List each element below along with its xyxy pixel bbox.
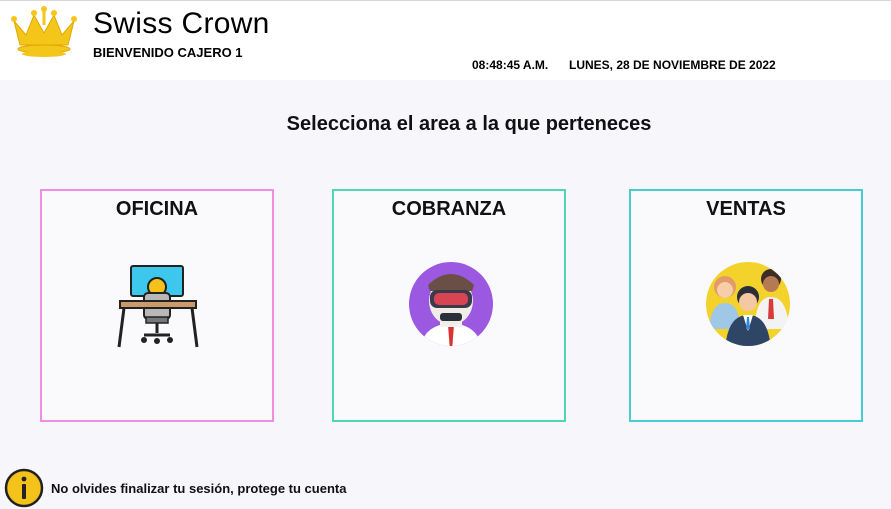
area-card-cobranza[interactable]: COBRANZA xyxy=(332,189,566,422)
clock-time: 08:48:45 A.M. xyxy=(472,58,549,72)
area-card-title: VENTAS xyxy=(706,198,786,220)
session-notice: No olvides finalizar tu sesión, protege … xyxy=(51,481,347,496)
app-title: Swiss Crown xyxy=(93,7,270,40)
area-card-title: OFICINA xyxy=(115,198,199,220)
info-icon xyxy=(4,468,44,508)
collector-avatar-icon xyxy=(409,262,493,346)
welcome-message: BIENVENIDO CAJERO 1 xyxy=(93,45,243,60)
current-date: LUNES, 28 DE NOVIEMBRE DE 2022 xyxy=(569,58,776,72)
area-card-title: COBRANZA xyxy=(391,198,507,220)
sales-team-icon xyxy=(706,262,790,346)
crown-icon xyxy=(11,6,77,57)
office-desk-icon xyxy=(117,265,199,348)
area-card-oficina[interactable]: OFICINA xyxy=(40,189,274,422)
area-card-ventas[interactable]: VENTAS xyxy=(629,189,863,422)
top-header: Swiss Crown BIENVENIDO CAJERO 1 08:48:45… xyxy=(0,0,891,80)
area-selection-prompt: Selecciona el area a la que perteneces xyxy=(286,113,652,135)
